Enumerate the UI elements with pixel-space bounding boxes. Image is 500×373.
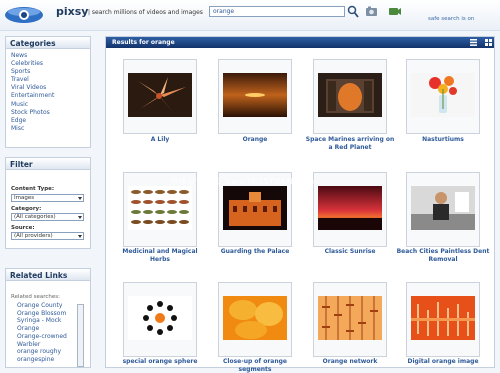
video-icon[interactable] [388,5,402,17]
related-search-link[interactable]: orangespine [17,356,67,364]
brand-tagline: | search millions of videos and images [88,9,203,16]
orange-sunset-image [223,73,287,117]
result-caption[interactable]: Digital orange image [396,358,490,366]
results-panel: Results for orange A Lily Orange Space M… [105,36,495,373]
space-marines-image [318,73,382,117]
safe-search-status[interactable]: safe search is on [428,16,474,22]
result-thumbnail[interactable] [406,282,480,357]
related-search-list: Orange County Orange Blossom Syringa - M… [17,302,67,364]
watermark-text: 思缘设计论坛 www.MISSYUAN.com [170,177,315,186]
related-links-panel: Related Links Related searches: Orange C… [5,268,91,368]
result-caption[interactable]: A Lily [113,136,207,144]
source-select[interactable]: (All providers) [11,232,84,240]
result-caption[interactable]: Classic Sunrise [303,248,397,256]
result-caption[interactable]: Orange [208,136,302,144]
orange-sphere-image [128,296,192,340]
orange-network-image [318,296,382,340]
category-link-celebrities[interactable]: Celebrities [11,60,90,68]
category-link-music[interactable]: Music [11,101,90,109]
related-search-link[interactable]: Orange County [17,302,67,310]
result-thumbnail[interactable] [218,282,292,357]
dent-removal-image [411,186,475,230]
result-thumbnail[interactable] [218,59,292,134]
results-title: Results for orange [112,39,175,46]
related-scrollbar[interactable] [77,304,84,367]
category-link-news[interactable]: News [11,52,90,60]
related-searches-label: Related searches: [11,294,61,300]
nasturtiums-image [411,73,475,117]
related-search-link[interactable]: orange roughy [17,348,67,356]
categories-panel: Categories News Celebrities Sports Trave… [5,36,91,148]
category-link-entertainment[interactable]: Entertainment [11,92,90,100]
sunrise-image [318,186,382,230]
result-thumbnail[interactable] [313,282,387,357]
orange-segments-image [223,296,287,340]
filter-title: Filter [6,158,90,170]
related-search-link[interactable]: Warbler [17,341,67,349]
category-link-stock-photos[interactable]: Stock Photos [11,109,90,117]
digital-orange-image [411,296,475,340]
palace-image [223,186,287,230]
search-icon[interactable] [347,5,359,18]
content-type-select[interactable]: Images [11,194,84,202]
result-thumbnail[interactable] [313,59,387,134]
result-thumbnail[interactable] [406,172,480,247]
result-thumbnail[interactable] [406,59,480,134]
result-caption[interactable]: Space Marines arriving on a Red Planet [303,136,397,151]
results-header: Results for orange [106,37,494,48]
top-header: pixsy | search millions of videos and im… [0,0,500,31]
category-link-edge[interactable]: Edge [11,117,90,125]
related-search-link[interactable]: Syringa - Mock [17,317,67,325]
related-search-link[interactable]: Orange-crowned [17,333,67,341]
category-link-misc[interactable]: Misc [11,125,90,133]
pixsy-logo-icon[interactable] [4,4,44,24]
search-input[interactable] [209,6,345,17]
category-select[interactable]: (All categories) [11,213,84,221]
related-links-title: Related Links [6,269,90,281]
result-caption[interactable]: Orange network [303,358,397,366]
herbs-image [128,186,192,230]
grid-view-icon[interactable] [485,39,492,46]
source-label: Source: [11,225,35,231]
related-search-link[interactable]: Orange Blossom [17,310,67,318]
result-caption[interactable]: Beach Cities Paintless Dent Removal [396,248,490,263]
list-view-icon[interactable] [470,39,477,46]
result-thumbnail[interactable] [313,172,387,247]
category-list: News Celebrities Sports Travel Viral Vid… [6,49,90,133]
categories-title: Categories [6,37,90,49]
related-search-link[interactable]: Orange [17,325,67,333]
filter-panel: Filter Content Type: Images Category: (A… [5,157,91,249]
result-caption[interactable]: Medicinal and Magical Herbs [113,248,207,263]
camera-icon[interactable] [365,5,378,18]
category-label: Category: [11,206,42,212]
category-link-sports[interactable]: Sports [11,68,90,76]
result-caption[interactable]: Nasturtiums [396,136,490,144]
content-type-label: Content Type: [11,186,55,192]
category-link-viral-videos[interactable]: Viral Videos [11,84,90,92]
result-caption[interactable]: special orange sphere [113,358,207,366]
category-link-travel[interactable]: Travel [11,76,90,84]
lily-image [128,73,192,117]
result-thumbnail[interactable] [123,282,197,357]
result-caption[interactable]: Guarding the Palace [208,248,302,256]
result-caption[interactable]: Close-up of orange segments [208,358,302,373]
brand-name[interactable]: pixsy [56,5,88,18]
result-thumbnail[interactable] [123,59,197,134]
